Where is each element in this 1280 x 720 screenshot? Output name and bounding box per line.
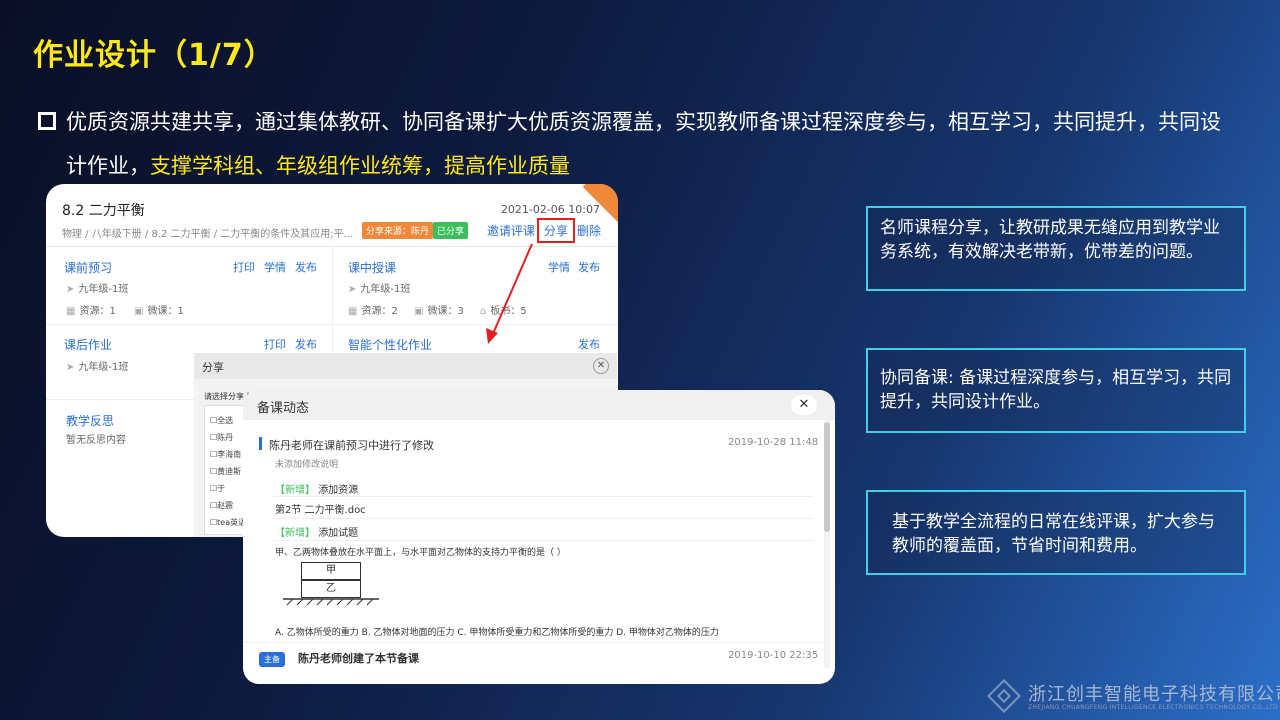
share-option[interactable]: ☐黄迪斯: [210, 466, 241, 477]
inclass-resources: ▦ 资源：2: [348, 306, 398, 317]
info-box-online-review: 基于教学全流程的日常在线评课，扩大参与教师的覆盖面，节省时间和费用。: [866, 490, 1246, 575]
card-preclass-title[interactable]: 课前预习: [64, 259, 112, 276]
send-icon: ➤: [66, 362, 75, 373]
stacked-blocks-figure: 甲 乙: [283, 558, 383, 606]
panel-title: 备课动态: [257, 401, 310, 416]
smart-publish-link[interactable]: 发布: [578, 336, 600, 352]
breadcrumb: 物理 / 八年级下册 / 8.2 二力平衡 / 二力平衡的条件及其应用;平...: [62, 229, 354, 240]
preclass-resources: ▦ 资源：1: [66, 306, 116, 317]
entry1-time: 2019-10-28 11:48: [728, 437, 819, 448]
video-icon: ▣: [414, 306, 424, 317]
new-question-row: 【新增】 添加试题: [275, 528, 359, 539]
new-resource-row: 【新增】 添加资源: [275, 485, 359, 496]
bullet-highlight-text: 支撑学科组、年级组作业统筹，提高作业质量: [150, 154, 570, 178]
delete-link[interactable]: 删除: [577, 222, 601, 239]
grid-icon: ▦: [348, 306, 358, 317]
divider: [243, 642, 823, 643]
divider: [273, 496, 813, 497]
inclass-micro: ▣ 微课：3: [414, 306, 464, 317]
preclass-publish-link[interactable]: 发布: [295, 259, 317, 275]
square-bullet-icon: [38, 112, 56, 130]
prep-activity-panel: 备课动态 ✕ 陈丹老师在课前预习中进行了修改 2019-10-28 11:48 …: [243, 390, 835, 684]
slide-title: 作业设计（1/7）: [33, 38, 275, 73]
block-top: 甲: [301, 562, 361, 580]
close-icon[interactable]: ✕: [791, 395, 817, 415]
share-option[interactable]: ☐tea英语: [210, 517, 246, 528]
logo-diamond-icon: [987, 679, 1021, 713]
send-icon: ➤: [348, 284, 357, 295]
homework-class: ➤ 九年级-1班: [66, 362, 129, 373]
share-dialog-title: 分享: [194, 353, 617, 379]
inclass-publish-link[interactable]: 发布: [578, 259, 600, 275]
info-box-course-share: 名师课程分享，让教研成果无缝应用到教学业务系统，有效解决老带新，优带差的问题。: [866, 206, 1246, 291]
inclass-class: ➤ 九年级-1班: [348, 284, 411, 295]
pointer-arrow: [486, 243, 533, 344]
share-option[interactable]: ☐李海南: [210, 449, 241, 460]
share-source-badge: 分享来源：陈丹: [362, 222, 434, 239]
share-option[interactable]: ☐赵震: [210, 500, 233, 511]
entry-marker: [259, 437, 262, 450]
company-logo: 浙江创丰智能电子科技有限公司 ZHEJIANG CHUANGFENG INTEL…: [987, 679, 1280, 716]
entry2-time: 2019-10-10 22:35: [728, 650, 819, 661]
share-option[interactable]: ☐陈丹: [210, 432, 233, 443]
grid-icon: ▦: [66, 306, 76, 317]
preclass-micro: ▣ 微课：1: [134, 306, 184, 317]
lesson-title: 8.2 二力平衡: [62, 203, 145, 219]
inclass-study-link[interactable]: 学情: [548, 259, 570, 275]
info-box-collab-prep: 协同备课: 备课过程深度参与，相互学习，共同提升，共同设计作业。: [866, 348, 1246, 433]
share-option[interactable]: ☐于: [210, 483, 225, 494]
company-name-cn: 浙江创丰智能电子科技有限公司: [1028, 684, 1280, 705]
video-icon: ▣: [134, 306, 144, 317]
preclass-print-link[interactable]: 打印: [233, 259, 255, 275]
resource-file[interactable]: 第2节 二力平衡.doc: [275, 501, 366, 516]
preclass-class: ➤ 九年级-1班: [66, 284, 129, 295]
card-homework-title[interactable]: 课后作业: [64, 336, 112, 353]
card-inclass-title[interactable]: 课中授课: [348, 259, 396, 276]
divider: [273, 518, 813, 519]
homework-publish-link[interactable]: 发布: [295, 336, 317, 352]
bullet-paragraph: 优质资源共建共享，通过集体教研、协同备课扩大优质资源覆盖，实现教师备课过程深度参…: [38, 100, 1238, 188]
company-name-en: ZHEJIANG CHUANGFENG INTELLIGENCE ELECTRO…: [1028, 704, 1278, 711]
card-reflect-title[interactable]: 教学反思: [66, 412, 114, 429]
reflect-empty-text: 暂无反思内容: [66, 435, 126, 446]
lesson-date: 2021-02-06 10:07: [500, 203, 600, 216]
preclass-study-link[interactable]: 学情: [264, 259, 286, 275]
share-link[interactable]: 分享: [537, 218, 576, 243]
main-prep-badge: 主备: [259, 652, 285, 667]
close-icon[interactable]: ✕: [593, 358, 609, 374]
invite-review-link[interactable]: 邀请评课: [487, 222, 535, 239]
entry2-title: 陈丹老师创建了本节备课: [298, 652, 419, 665]
question-text: 甲、乙两物体叠放在水平面上，与水平面对乙物体的支持力平衡的是（ ）: [275, 548, 566, 558]
share-option[interactable]: ☐全选: [210, 415, 233, 426]
question-options: A. 乙物体所受的重力 B. 乙物体对地面的压力 C. 甲物体所受重力和乙物体所…: [275, 628, 719, 638]
send-icon: ➤: [66, 284, 75, 295]
card-smart-title[interactable]: 智能个性化作业: [348, 336, 432, 353]
entry1-note: 未添加修改说明: [275, 460, 339, 470]
homework-print-link[interactable]: 打印: [264, 336, 286, 352]
entry1-title: 陈丹老师在课前预习中进行了修改: [269, 439, 434, 452]
scrollbar-thumb[interactable]: [824, 422, 830, 532]
ground-hatch: [283, 598, 379, 606]
block-bottom: 乙: [301, 580, 361, 598]
shared-badge: 已分享: [433, 222, 469, 239]
panel-header: [243, 390, 835, 420]
divider: [273, 540, 813, 541]
